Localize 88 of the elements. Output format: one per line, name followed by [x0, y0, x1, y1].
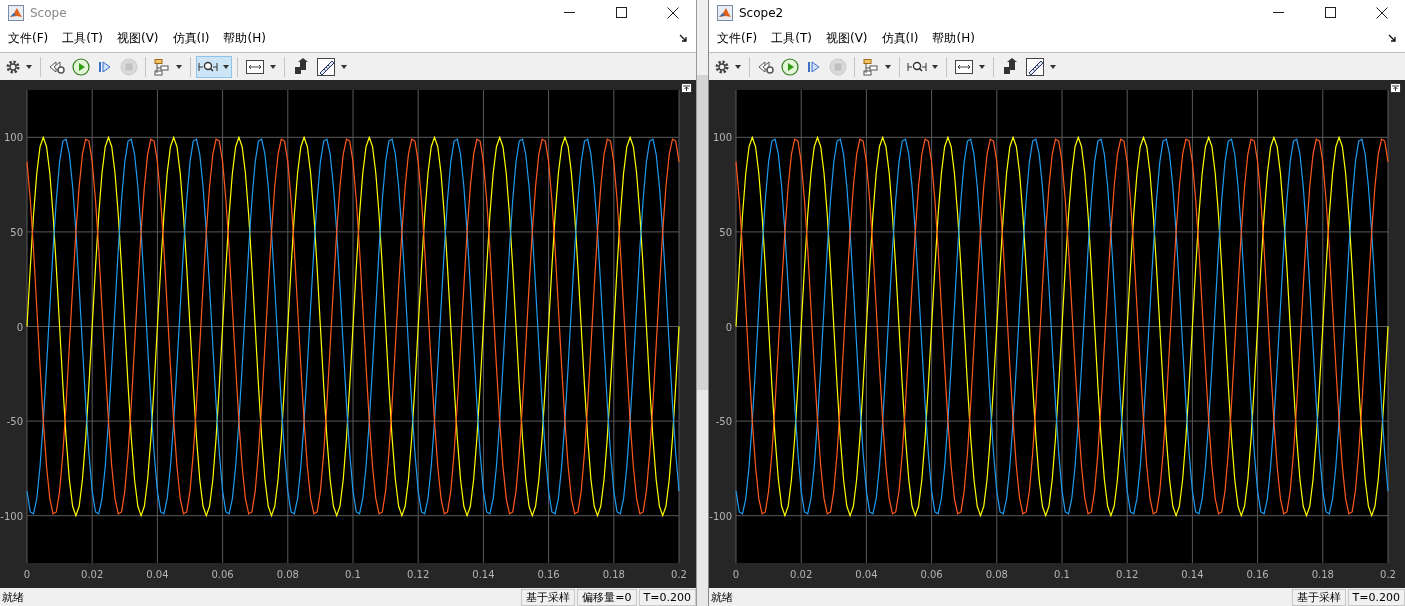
measure-button[interactable]: [314, 55, 350, 78]
arrow-icon[interactable]: [1388, 34, 1397, 43]
run-button[interactable]: [779, 55, 801, 78]
x-tick-label: 0.12: [1116, 569, 1139, 580]
block-diagram-icon[interactable]: [153, 57, 171, 76]
x-tick-label: 0.18: [1311, 569, 1334, 580]
x-tick-label: 0.08: [276, 569, 299, 580]
x-tick-label: 0.14: [472, 569, 495, 580]
x-tick-label: 0.18: [602, 569, 625, 580]
run-button[interactable]: [70, 55, 92, 78]
maximize-icon[interactable]: [615, 7, 627, 18]
status-text: 就绪: [710, 589, 733, 605]
caret-icon[interactable]: [223, 64, 229, 69]
caret-icon[interactable]: [270, 64, 276, 69]
window-title: Scope2: [739, 5, 784, 20]
caret-icon[interactable]: [1050, 64, 1056, 69]
caret-icon[interactable]: [932, 64, 938, 69]
status-text: 就绪: [1, 589, 24, 605]
logo-icon: [717, 4, 733, 21]
x-tick-label: 0.2: [1380, 569, 1396, 580]
gear-icon[interactable]: [714, 58, 730, 75]
minimize-icon[interactable]: [563, 12, 575, 13]
y-tick-label: 0: [16, 321, 23, 333]
menu-item[interactable]: 视图(V): [823, 28, 880, 49]
x-tick-label: 0.06: [211, 569, 234, 580]
ruler-icon[interactable]: [316, 56, 336, 77]
x-tick-label: 0: [732, 569, 740, 580]
x-tick-label: 0.14: [1181, 569, 1204, 580]
caret-icon[interactable]: [176, 64, 182, 69]
undock-icon[interactable]: [1390, 83, 1401, 93]
caret-icon[interactable]: [979, 64, 985, 69]
y-tick-label: 100: [712, 132, 732, 144]
status-field: T=0.200: [638, 588, 696, 606]
y-tick-label: 0: [725, 321, 732, 333]
caret-icon[interactable]: [26, 64, 32, 69]
menu-item[interactable]: 仿真(I): [879, 28, 931, 49]
close-icon[interactable]: [667, 6, 679, 19]
x-tick-label: 0.02: [81, 569, 104, 580]
fit-icon[interactable]: [954, 58, 974, 75]
x-tick-label: 0.16: [537, 569, 560, 580]
minimize-icon[interactable]: [1272, 12, 1284, 13]
x-tick-label: 0.04: [855, 569, 878, 580]
measure-button[interactable]: [1023, 55, 1059, 78]
caret-icon[interactable]: [885, 64, 891, 69]
zoom-icon[interactable]: [907, 59, 927, 74]
status-field: 偏移量=0: [577, 588, 637, 606]
x-tick-label: 0.08: [985, 569, 1008, 580]
x-tick-label: 0.04: [146, 569, 169, 580]
x-tick-label: 0.1: [345, 569, 361, 580]
status-field: 基于采样: [1291, 588, 1346, 606]
menu-item[interactable]: 仿真(I): [170, 28, 222, 49]
block-diagram-icon[interactable]: [862, 57, 880, 76]
x-tick-label: 0.06: [920, 569, 943, 580]
gear-icon[interactable]: [5, 58, 21, 75]
menu-item[interactable]: 工具(T): [60, 28, 115, 49]
y-tick-label: 50: [10, 226, 23, 238]
zoom-icon[interactable]: [198, 59, 218, 74]
x-tick-label: 0: [23, 569, 31, 580]
y-tick-label: -100: [709, 510, 732, 522]
menu-item[interactable]: 文件(F): [6, 28, 61, 49]
logo-icon: [8, 4, 24, 21]
x-tick-label: 0.1: [1054, 569, 1070, 580]
zoom-button[interactable]: [196, 55, 232, 78]
window-title: Scope: [30, 5, 67, 20]
menu-item[interactable]: 工具(T): [769, 28, 824, 49]
y-tick-label: -100: [0, 510, 23, 522]
y-tick-label: 50: [719, 226, 732, 238]
status-field: 基于采样: [521, 588, 576, 606]
undock-icon[interactable]: [681, 83, 692, 93]
menu-item[interactable]: 帮助(H): [221, 28, 278, 49]
y-tick-label: 100: [3, 132, 23, 144]
close-icon[interactable]: [1376, 6, 1388, 19]
y-tick-label: -50: [715, 416, 732, 428]
x-tick-label: 0.12: [407, 569, 430, 580]
menu-item[interactable]: 视图(V): [114, 28, 171, 49]
maximize-icon[interactable]: [1324, 7, 1336, 18]
caret-icon[interactable]: [735, 64, 741, 69]
arrow-icon[interactable]: [679, 34, 688, 43]
ruler-icon[interactable]: [1025, 56, 1045, 77]
x-tick-label: 0.02: [790, 569, 813, 580]
caret-icon[interactable]: [341, 64, 347, 69]
menu-item[interactable]: 文件(F): [715, 28, 770, 49]
x-tick-label: 0.2: [671, 569, 687, 580]
fit-icon[interactable]: [245, 58, 265, 75]
menu-item[interactable]: 帮助(H): [930, 28, 987, 49]
x-tick-label: 0.16: [1246, 569, 1269, 580]
y-tick-label: -50: [6, 416, 23, 428]
status-field: T=0.200: [1347, 588, 1405, 606]
